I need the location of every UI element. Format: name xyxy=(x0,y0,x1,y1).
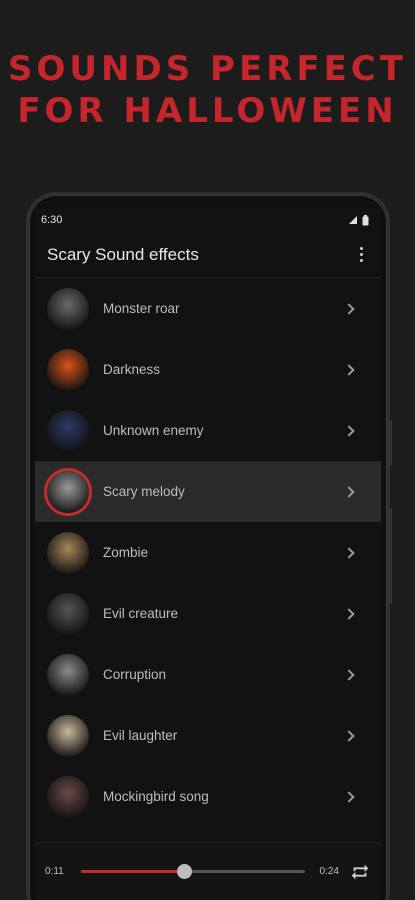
sound-label: Monster roar xyxy=(103,301,180,316)
battery-icon xyxy=(362,214,369,225)
sound-item[interactable]: Evil creature xyxy=(35,583,381,644)
app-title: Scary Sound effects xyxy=(47,244,199,264)
sound-label: Zombie xyxy=(103,545,149,560)
sound-thumbnail xyxy=(47,470,89,513)
sound-item[interactable]: Evil laughter xyxy=(35,705,381,766)
elapsed-time: 0:11 xyxy=(45,866,64,877)
sound-thumbnail xyxy=(47,287,89,330)
chevron-right-icon xyxy=(343,668,357,682)
duration-time: 0:24 xyxy=(319,866,339,877)
app-screen: 6:30 Scary Sound effects Monster roar Dar… xyxy=(35,208,381,900)
app-bar: Scary Sound effects xyxy=(35,232,381,278)
chevron-right-icon xyxy=(343,363,357,377)
status-time: 6:30 xyxy=(41,214,63,226)
sound-label: Darkness xyxy=(103,362,161,377)
more-options-icon[interactable] xyxy=(351,243,371,267)
sound-label: Evil laughter xyxy=(103,728,178,743)
chevron-right-icon xyxy=(343,790,357,804)
sound-item[interactable]: Zombie xyxy=(35,522,381,583)
chevron-right-icon xyxy=(343,546,357,560)
seek-handle[interactable] xyxy=(177,864,193,879)
chevron-right-icon xyxy=(343,485,357,499)
sound-thumbnail xyxy=(47,775,89,818)
status-bar: 6:30 xyxy=(35,208,381,232)
sound-label: Scary melody xyxy=(103,484,185,499)
sound-item[interactable]: Unknown enemy xyxy=(35,400,381,461)
chevron-right-icon xyxy=(343,729,357,743)
sound-list: Monster roar Darkness Unknown enemy Scary m… xyxy=(35,278,381,827)
sound-item[interactable]: Corruption xyxy=(35,644,381,705)
phone-volume-button xyxy=(388,420,392,466)
sound-label: Evil creature xyxy=(103,606,179,621)
repeat-icon[interactable] xyxy=(349,861,371,883)
promo-line-2: FOR HALLOWEEN xyxy=(17,91,398,131)
sound-label: Corruption xyxy=(103,667,167,682)
sound-thumbnail xyxy=(47,348,89,391)
sound-item[interactable]: Monster roar xyxy=(35,278,381,339)
phone-power-button xyxy=(388,508,392,604)
sound-thumbnail xyxy=(47,714,89,757)
sound-item[interactable]: Darkness xyxy=(35,339,381,400)
sound-thumbnail xyxy=(47,531,89,574)
sound-item[interactable]: Mockingbird song xyxy=(35,766,381,827)
status-icons xyxy=(348,214,369,226)
sound-thumbnail xyxy=(47,592,89,635)
chevron-right-icon xyxy=(343,424,357,438)
sound-item[interactable]: Scary melody xyxy=(35,461,381,522)
player-bar: 0:11 0:24 xyxy=(35,842,381,900)
promo-line-1: SOUNDS PERFECT xyxy=(8,49,407,89)
promo-headline: SOUNDS PERFECT FOR HALLOWEEN xyxy=(0,48,415,132)
sound-thumbnail xyxy=(47,653,89,696)
sound-label: Mockingbird song xyxy=(103,789,209,804)
signal-icon xyxy=(349,216,357,224)
sound-label: Unknown enemy xyxy=(103,423,204,438)
sound-thumbnail xyxy=(47,409,89,452)
chevron-right-icon xyxy=(343,302,357,316)
seek-bar[interactable] xyxy=(81,864,305,879)
chevron-right-icon xyxy=(343,607,357,621)
seek-progress xyxy=(81,870,185,873)
